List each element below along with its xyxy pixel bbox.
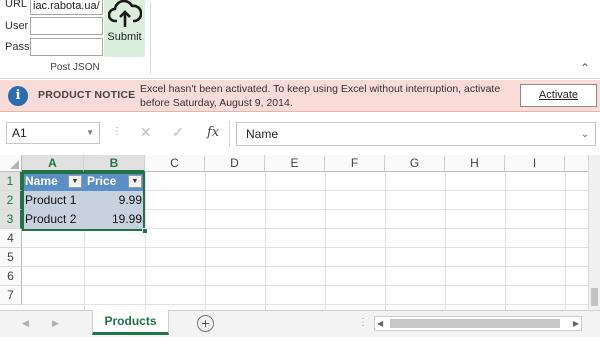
formula-bar-grip-icon[interactable]: ⋮	[112, 126, 122, 137]
column-header-a[interactable]: A	[22, 155, 84, 172]
gridline	[22, 266, 588, 267]
gridline	[505, 172, 506, 310]
table-cell[interactable]: 9.99	[84, 191, 145, 210]
pass-field[interactable]	[30, 38, 103, 56]
sheet-tab-bar: ◀ ▶ Products + ⋮ ◀ ▶	[0, 310, 600, 337]
column-header-d[interactable]: D	[205, 155, 265, 172]
horizontal-scrollbar[interactable]: ◀ ▶	[374, 316, 582, 331]
url-field[interactable]: iac.rabota.ua/	[30, 0, 103, 15]
gridline	[385, 172, 386, 310]
enter-check-icon[interactable]: ✓	[172, 124, 184, 141]
table-cell[interactable]: Product 2	[22, 210, 84, 229]
vertical-scrollbar[interactable]	[588, 155, 600, 310]
scroll-tabs-left-icon[interactable]: ◀	[22, 318, 29, 329]
horizontal-scrollbar-thumb[interactable]	[390, 319, 560, 328]
column-header-f[interactable]: F	[325, 155, 385, 172]
column-header-c[interactable]: C	[145, 155, 205, 172]
column-header-i[interactable]: I	[505, 155, 565, 172]
sheet-tab-products[interactable]: Products	[92, 310, 169, 335]
worksheet-grid[interactable]: A B C D E F G H I 1 2 3 4 5 6 7 Name ▼ P…	[0, 155, 588, 310]
formula-content: Name	[246, 127, 279, 141]
activate-button[interactable]: Activate	[520, 84, 597, 107]
chevron-down-icon[interactable]: ▼	[86, 123, 94, 143]
gridline	[145, 172, 146, 310]
table-header-name-label: Name	[25, 174, 58, 188]
select-all-triangle-icon	[10, 160, 19, 169]
row-header-4[interactable]: 4	[0, 229, 22, 248]
scroll-tabs-right-icon[interactable]: ▶	[52, 318, 59, 329]
activate-button-label: Activate	[538, 89, 579, 101]
scroll-left-icon[interactable]: ◀	[377, 317, 383, 330]
plus-circle-icon[interactable]: +	[197, 315, 214, 332]
gridline	[205, 172, 206, 310]
table-cell[interactable]: 19.99	[84, 210, 145, 229]
column-header-b[interactable]: B	[84, 155, 145, 172]
gridline	[265, 172, 266, 310]
url-label: URL	[5, 0, 28, 10]
formula-bar: A1 ▼ ⋮ ✕ ✓ fx Name ⌄	[0, 113, 600, 155]
formula-input[interactable]: Name ⌄	[236, 122, 596, 146]
row-header-7[interactable]: 7	[0, 286, 22, 305]
row-header-2[interactable]: 2	[0, 191, 22, 210]
column-header-partial[interactable]	[565, 155, 588, 172]
table-header-price-label: Price	[87, 174, 117, 188]
gridline	[325, 172, 326, 310]
insert-function-icon[interactable]: fx	[207, 125, 219, 140]
row-header-3[interactable]: 3	[0, 210, 22, 229]
column-header-g[interactable]: G	[385, 155, 445, 172]
row-header-6[interactable]: 6	[0, 267, 22, 286]
name-box-value: A1	[12, 126, 27, 140]
fill-handle[interactable]	[142, 228, 148, 234]
notice-title: PRODUCT NOTICE	[38, 89, 136, 101]
tab-split-grip-icon[interactable]: ⋮	[358, 317, 368, 328]
ribbon-group-divider	[150, 2, 151, 74]
gridline	[565, 172, 566, 310]
cloud-upload-icon	[107, 0, 142, 31]
pass-label: Pass	[5, 41, 30, 53]
filter-dropdown-icon[interactable]: ▼	[128, 175, 142, 188]
submit-label: Submit	[107, 31, 142, 43]
filter-dropdown-icon[interactable]: ▼	[68, 175, 82, 188]
name-box[interactable]: A1 ▼	[6, 122, 100, 144]
submit-button[interactable]: Submit	[104, 0, 145, 57]
user-field[interactable]	[30, 17, 103, 35]
ribbon-group-label: Post JSON	[50, 62, 100, 73]
gridline	[22, 304, 588, 305]
gridline	[445, 172, 446, 310]
row-header-5[interactable]: 5	[0, 248, 22, 267]
column-header-h[interactable]: H	[445, 155, 505, 172]
formula-bar-divider	[229, 121, 230, 147]
vertical-scrollbar-thumb[interactable]	[591, 288, 598, 306]
select-all-corner[interactable]	[0, 155, 22, 172]
row-header-1[interactable]: 1	[0, 172, 22, 191]
gridline	[22, 285, 588, 286]
notice-message: Excel hasn't been activated. To keep usi…	[140, 83, 501, 109]
collapse-ribbon-icon[interactable]: ⌃	[580, 61, 590, 75]
ribbon: URL iac.rabota.ua/ User Pass Submit Post…	[0, 0, 600, 79]
cancel-icon[interactable]: ✕	[140, 124, 152, 141]
table-cell[interactable]: Product 1	[22, 191, 84, 210]
column-header-e[interactable]: E	[265, 155, 325, 172]
product-notice-bar: i PRODUCT NOTICE Excel hasn't been activ…	[0, 80, 600, 112]
expand-formula-icon[interactable]: ⌄	[581, 124, 589, 146]
user-label: User	[5, 20, 29, 32]
info-icon: i	[8, 86, 28, 106]
scroll-right-icon[interactable]: ▶	[573, 317, 579, 330]
gridline	[22, 247, 588, 248]
